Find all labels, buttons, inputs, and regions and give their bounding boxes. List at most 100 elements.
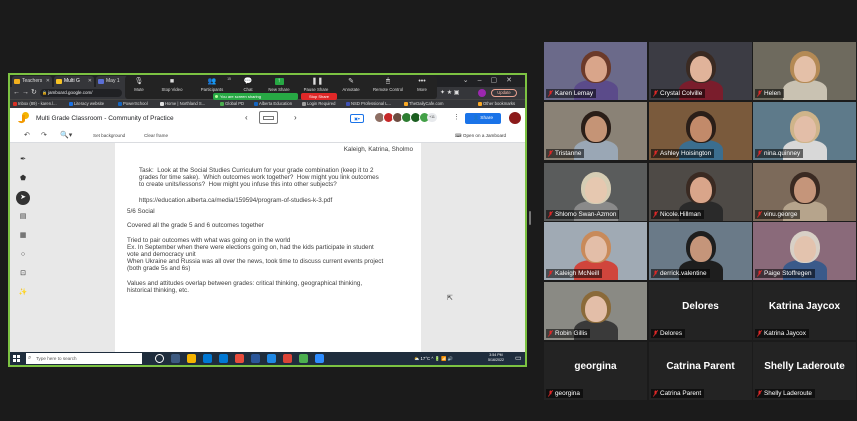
edge-icon[interactable]	[203, 354, 212, 363]
bookmark-item[interactable]: Other bookmarks	[478, 100, 515, 108]
new-share-button[interactable]: ↑ New Share	[266, 78, 292, 92]
update-button[interactable]: Update	[491, 89, 517, 97]
eraser-icon[interactable]: ⬟	[16, 172, 30, 186]
chat-button[interactable]: 💬 Chat	[240, 78, 256, 92]
taskbar-clock[interactable]: 3:54 PM 5/16/2022	[488, 353, 504, 363]
participant-tile[interactable]: Delores Delores	[649, 282, 752, 340]
participant-tile[interactable]: Catrina Parent Catrina Parent	[649, 342, 752, 400]
sticky-note-icon[interactable]: ▤	[16, 210, 30, 224]
participant-tile[interactable]: Robin Gillis	[544, 282, 647, 340]
text-box-icon[interactable]: ⊡	[16, 267, 30, 281]
gallery-splitter-handle[interactable]	[529, 211, 531, 225]
participant-tile[interactable]: Karen Lemay	[544, 42, 647, 100]
browser-tab[interactable]: Teachers ✕	[12, 76, 52, 87]
image-icon[interactable]: ▦	[16, 229, 30, 243]
taskbar-search-field[interactable]: ⌕ Type here to search	[26, 353, 142, 364]
window-controls[interactable]: ⌄–▢✕	[463, 75, 521, 87]
mouse-pointer-icon: ⇱	[447, 295, 453, 302]
bookmark-item[interactable]: Login Required	[302, 100, 335, 108]
system-tray[interactable]: ⛅ 17°C ^ 🔋 📶 🔊	[414, 352, 453, 365]
chrome-profile-icon[interactable]	[283, 354, 292, 363]
frame-bar-thumbnail[interactable]	[259, 111, 278, 124]
participant-tile[interactable]: Tristanne	[544, 102, 647, 160]
reload-icon[interactable]: ↻	[31, 87, 37, 99]
next-frame-icon[interactable]: ›	[294, 112, 297, 124]
windows-taskbar: ⌕ Type here to search ⛅ 17°C ^ 🔋 📶 🔊 3:54…	[10, 352, 525, 365]
jamboard-title[interactable]: Multi Grade Classroom - Community of Pra…	[36, 111, 174, 126]
browser-tab-active[interactable]: Multi G ✕	[54, 76, 94, 87]
account-avatar[interactable]	[509, 112, 521, 124]
stop-video-button[interactable]: ■ Stop Video	[159, 78, 185, 92]
select-cursor-icon[interactable]: ➤	[16, 191, 30, 205]
windows-start-icon[interactable]	[13, 355, 20, 362]
participant-tile[interactable]: vinu.george	[753, 163, 856, 221]
collaborator-overflow-count: +11	[427, 113, 437, 122]
chrome-profile-icon[interactable]	[299, 354, 308, 363]
jamboard-canvas[interactable]: ✒ ⬟ ➤ ▤ ▦ ○ ⊡ ✨ Kaleigh, Katrina, Sholmo…	[10, 143, 525, 352]
cortana-icon[interactable]	[155, 354, 164, 363]
mail-icon[interactable]	[219, 354, 228, 363]
extensions-icon[interactable]: ✦ ★ ▣	[440, 87, 459, 99]
participant-tile[interactable]: Nicole.Hillman	[649, 163, 752, 221]
bookmark-item[interactable]: Global PD	[220, 100, 244, 108]
undo-icon[interactable]: ↶	[24, 129, 30, 143]
previous-frame-icon[interactable]: ‹	[245, 112, 248, 124]
participant-name-label: Shlomo Swan-Azmon	[546, 210, 620, 219]
participants-button[interactable]: 👥 15 Participants	[197, 77, 231, 92]
pen-icon[interactable]: ✒	[16, 153, 30, 167]
app-icon[interactable]	[267, 354, 276, 363]
bookmark-item[interactable]: TheDailyCafe.com	[404, 100, 443, 108]
circle-shape-icon[interactable]: ○	[16, 248, 30, 262]
participant-tile[interactable]: Crystal Colville	[649, 42, 752, 100]
bookmark-item[interactable]: NSD Professional L...	[346, 100, 391, 108]
zoom-icon[interactable]: 🔍▾	[60, 129, 72, 143]
participant-tile[interactable]: Katrina Jaycox Katrina Jaycox	[753, 282, 856, 340]
zoom-app-icon[interactable]	[315, 354, 324, 363]
bookmark-item[interactable]: PowerSchool	[118, 100, 148, 108]
participant-tile[interactable]: Kaleigh McNeill	[544, 222, 647, 280]
laser-icon[interactable]: ✨	[16, 286, 30, 300]
annotate-button[interactable]: ✎ Annotate	[340, 78, 362, 92]
pause-share-button[interactable]: ❚❚ Pause Share	[302, 78, 330, 92]
stop-share-button[interactable]: Stop Share	[301, 93, 337, 100]
browser-tab[interactable]: May 1	[96, 76, 128, 87]
redo-icon[interactable]: ↷	[41, 129, 47, 143]
participant-name-label: Helen	[755, 89, 784, 98]
more-button[interactable]: ••• More	[414, 78, 430, 92]
url-field[interactable]: 🔒 jamboard.google.com/	[40, 89, 122, 97]
participant-tile[interactable]: Shlomo Swan-Azmon	[544, 163, 647, 221]
present-dropdown-button[interactable]: ▣▾	[350, 114, 364, 123]
curriculum-link[interactable]: https://education.alberta.ca/media/15959…	[123, 197, 413, 204]
bookmark-item[interactable]: Literacy website	[69, 100, 104, 108]
word-icon[interactable]	[251, 354, 260, 363]
tab-close-icon[interactable]: ✕	[46, 76, 50, 87]
back-icon[interactable]: ←	[13, 87, 20, 99]
participant-tile[interactable]: georgina georgina	[544, 342, 647, 400]
participant-tile[interactable]: nina.quinney	[753, 102, 856, 160]
bookmark-item[interactable]: Alberta Education	[254, 100, 292, 108]
set-background-button[interactable]: Set background	[93, 129, 125, 143]
open-on-jamboard-button[interactable]: ⌨ Open on a Jamboard	[455, 129, 506, 143]
clear-frame-button[interactable]: Clear frame	[144, 129, 168, 143]
participant-tile[interactable]: Shelly Laderoute Shelly Laderoute	[753, 342, 856, 400]
forward-icon[interactable]: →	[22, 87, 29, 99]
tab-close-icon[interactable]: ✕	[88, 76, 92, 87]
notifications-icon[interactable]: ▭	[515, 354, 522, 362]
participant-tile[interactable]: Paige Stoffregen	[753, 222, 856, 280]
jam-frame-content[interactable]: Kaleigh, Katrina, Sholmo Task: Look at t…	[115, 143, 421, 352]
participant-tile[interactable]: Ashley Hoisington	[649, 102, 752, 160]
remote-control-button[interactable]: 🖱 Remote Control	[371, 78, 405, 92]
jamboard-share-button[interactable]: 👤 Share	[465, 113, 501, 124]
bookmark-item[interactable]: Home | Northland S...	[160, 100, 205, 108]
more-vert-icon[interactable]: ⋮	[453, 112, 460, 124]
chrome-icon[interactable]	[235, 354, 244, 363]
pencil-icon: ✎	[348, 78, 354, 85]
file-explorer-icon[interactable]	[187, 354, 196, 363]
participant-tile[interactable]: Helen	[753, 42, 856, 100]
mute-button[interactable]: 🎙 Mute	[129, 78, 149, 92]
muted-microphone-icon	[548, 211, 553, 218]
profile-icon[interactable]	[478, 89, 486, 97]
task-view-icon[interactable]	[171, 354, 180, 363]
participant-tile[interactable]: derrick.valentine	[649, 222, 752, 280]
bookmark-item[interactable]: Inbox (89) - karen.l...	[13, 100, 57, 108]
